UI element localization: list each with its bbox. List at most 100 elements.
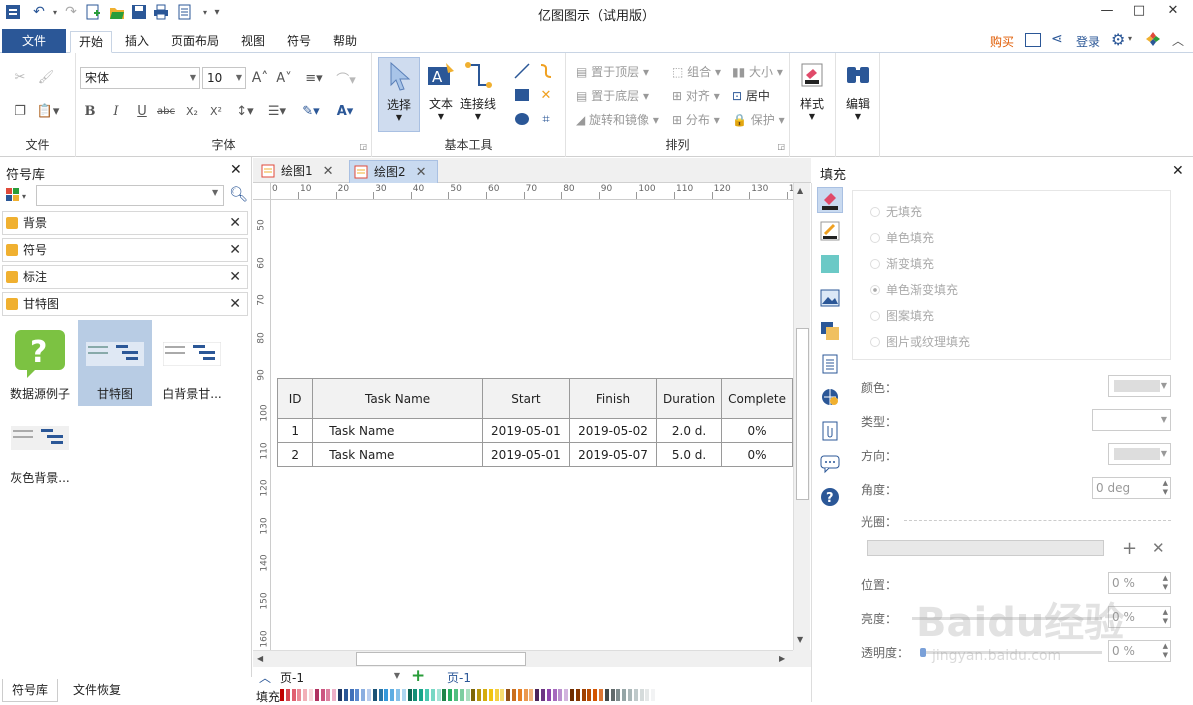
tab-file-recovery[interactable]: 文件恢复 (64, 679, 130, 702)
subscript-icon[interactable]: X₂ (182, 101, 202, 121)
share-icon[interactable]: ⋖ (1051, 31, 1063, 47)
color-swatch[interactable] (581, 689, 586, 701)
bold-icon[interactable]: B (80, 101, 100, 121)
brightness-spinner-icon[interactable]: ▲ ▼ (1163, 608, 1168, 626)
connector-tool-button[interactable]: 连接线 ▼ (458, 57, 498, 132)
cut-icon[interactable]: ✂ (10, 67, 30, 87)
share-screen-icon[interactable] (1025, 33, 1041, 47)
page-select[interactable]: 页-1 ▼ (280, 669, 400, 685)
rectangle-tool-icon[interactable] (512, 85, 532, 105)
color-swatch[interactable] (396, 689, 400, 701)
vertical-scroll-thumb[interactable] (796, 328, 809, 500)
color-swatch[interactable] (372, 689, 377, 701)
angle-spinner-icon[interactable]: ▲ ▼ (1163, 479, 1168, 497)
library-search-dropdown-icon[interactable]: ▼ (212, 188, 218, 197)
color-swatches[interactable] (280, 686, 811, 702)
color-swatch[interactable] (285, 689, 290, 701)
color-swatch[interactable] (471, 689, 476, 701)
add-stop-icon[interactable]: + (1122, 538, 1137, 559)
tab-page-layout[interactable]: 页面布局 (163, 31, 227, 53)
grow-font-icon[interactable]: A˄ (250, 67, 270, 89)
maximize-button[interactable]: □ (1124, 2, 1154, 22)
color-swatch[interactable] (651, 689, 656, 701)
minimize-button[interactable]: — (1092, 2, 1122, 22)
tab-view[interactable]: 视图 (233, 31, 273, 53)
font-color-icon[interactable]: A▾ (332, 101, 358, 121)
color-swatch[interactable] (332, 689, 337, 701)
doc-tab-drawing1[interactable]: 绘图1 ✕ (257, 160, 334, 183)
color-swatch[interactable] (622, 689, 627, 701)
color-swatch[interactable] (593, 689, 598, 701)
font-family-select[interactable]: 宋体 ▼ (80, 67, 200, 89)
color-swatch[interactable] (367, 689, 371, 701)
color-swatch[interactable] (378, 689, 383, 701)
library-category-callout[interactable]: 标注 ✕ (2, 265, 248, 289)
bullets-icon[interactable]: ☰▾ (264, 101, 290, 121)
library-search-input[interactable] (36, 185, 224, 206)
ellipse-tool-icon[interactable] (512, 109, 532, 129)
color-swatch[interactable] (448, 689, 453, 701)
shadow-panel-icon[interactable] (820, 254, 840, 274)
tab-symbol[interactable]: 符号 (279, 31, 319, 53)
library-menu-icon[interactable]: ▾ (4, 186, 32, 206)
scroll-down-icon[interactable]: ▼ (797, 635, 803, 644)
fill-option-gradient[interactable]: 渐变填充 (870, 255, 934, 272)
color-swatch[interactable] (309, 689, 313, 701)
arrange-dialog-launcher-icon[interactable]: ◲ (777, 142, 785, 151)
color-swatch[interactable] (436, 689, 441, 701)
line-panel-icon[interactable] (820, 221, 840, 241)
gantt-table[interactable]: ID Task Name Start Finish Duration Compl… (276, 378, 793, 467)
symbol-gray-bg-gantt[interactable]: 灰色背景... (3, 412, 77, 498)
color-swatch[interactable] (343, 689, 348, 701)
color-swatch[interactable] (552, 689, 557, 701)
color-swatch[interactable] (541, 689, 545, 701)
settings-gear-icon[interactable]: ⚙ (1111, 30, 1125, 49)
color-swatch[interactable] (303, 689, 308, 701)
format-painter-icon[interactable]: 🖌 (36, 67, 56, 87)
copy-icon[interactable]: ❐ (10, 101, 30, 121)
center-button[interactable]: ⊡ 居中 (732, 87, 770, 104)
color-swatch[interactable] (291, 689, 296, 701)
scroll-right-icon[interactable]: ▶ (779, 654, 785, 663)
color-swatch[interactable] (535, 689, 540, 701)
color-swatch[interactable] (297, 689, 302, 701)
font-dialog-launcher-icon[interactable]: ◲ (359, 142, 367, 151)
color-swatch[interactable] (500, 689, 505, 701)
color-swatch[interactable] (488, 689, 493, 701)
protect-button[interactable]: 🔒 保护 ▾ (732, 111, 785, 128)
color-swatch[interactable] (633, 689, 638, 701)
color-swatch[interactable] (610, 689, 615, 701)
align-icon[interactable]: ≡▾ (300, 67, 328, 89)
image-panel-icon[interactable] (820, 288, 840, 308)
rotate-mirror-button[interactable]: ◢ 旋转和镜像 ▾ (576, 111, 659, 128)
tab-symbol-library[interactable]: 符号库 (2, 679, 59, 702)
color-swatch[interactable] (465, 689, 470, 701)
page-nav-up-icon[interactable]: ︿ (259, 669, 271, 686)
page-tab[interactable]: 页-1 (447, 669, 471, 686)
symbol-data-source-example[interactable]: ? 数据源例子 (3, 320, 77, 406)
category-close-icon[interactable]: ✕ (229, 293, 241, 315)
transparency-spinner-icon[interactable]: ▲ ▼ (1163, 642, 1168, 660)
scroll-left-icon[interactable]: ◀ (257, 654, 263, 663)
library-category-background[interactable]: 背景 ✕ (2, 211, 248, 235)
line-spacing-icon[interactable]: ↕▾ (232, 101, 258, 121)
color-swatch[interactable] (280, 689, 284, 701)
hyperlink-panel-icon[interactable] (820, 387, 840, 407)
fill-option-pattern[interactable]: 图案填充 (870, 307, 934, 324)
color-swatch[interactable] (587, 689, 592, 701)
color-swatch[interactable] (349, 689, 354, 701)
category-close-icon[interactable]: ✕ (229, 212, 241, 234)
highlight-icon[interactable]: ✎▾ (296, 101, 326, 121)
color-swatch[interactable] (512, 689, 516, 701)
fill-option-none[interactable]: 无填充 (870, 203, 922, 220)
login-link[interactable]: 登录 (1076, 33, 1100, 50)
color-swatch[interactable] (529, 689, 534, 701)
color-swatch[interactable] (425, 689, 429, 701)
color-swatch[interactable] (645, 689, 650, 701)
color-swatch[interactable] (338, 689, 342, 701)
color-swatch[interactable] (546, 689, 551, 701)
buy-link[interactable]: 购买 (990, 33, 1014, 50)
page-format-panel-icon[interactable] (820, 354, 840, 374)
horizontal-scroll-thumb[interactable] (356, 652, 526, 666)
category-close-icon[interactable]: ✕ (229, 266, 241, 288)
